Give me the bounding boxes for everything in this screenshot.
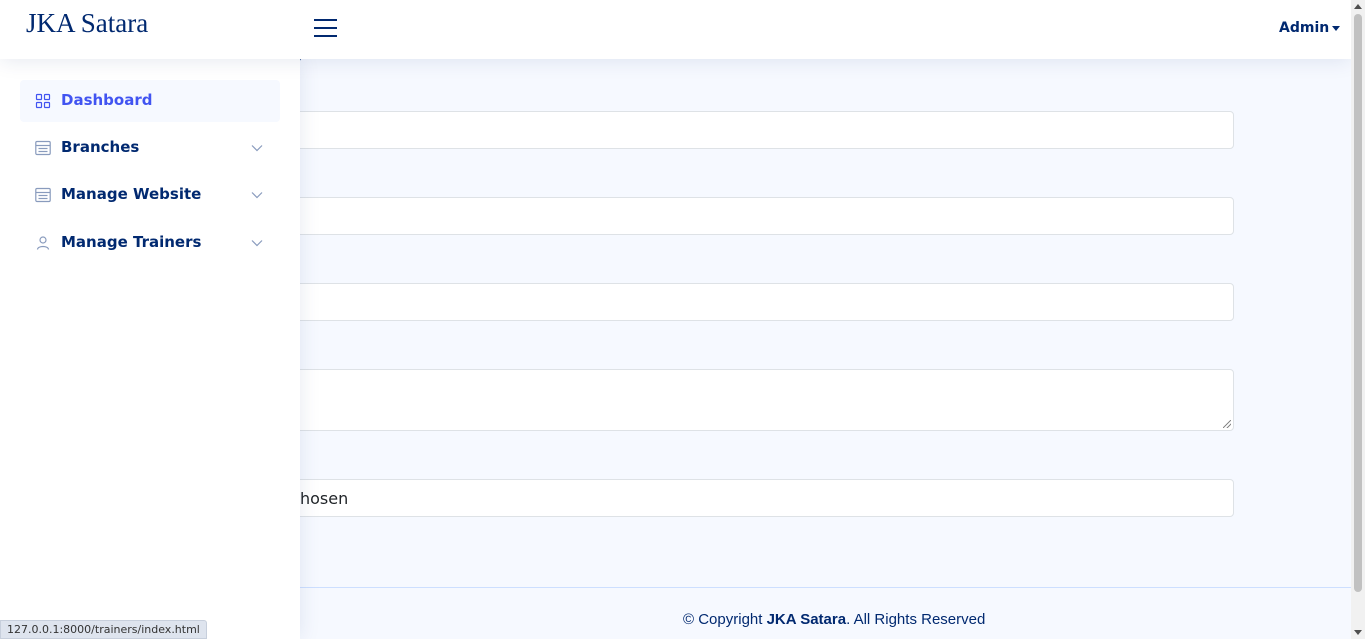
sidebar-item-branches[interactable]: Branches — [20, 127, 280, 169]
sidebar-item-label: Manage Trainers — [61, 233, 202, 251]
form-input-3[interactable] — [270, 283, 1234, 321]
chevron-down-icon — [251, 145, 263, 152]
brand-logo[interactable]: JKA Satara — [26, 8, 148, 39]
scroll-down-arrow-icon[interactable] — [1354, 630, 1362, 635]
scroll-up-arrow-icon[interactable] — [1354, 4, 1362, 9]
vertical-scrollbar[interactable] — [1351, 0, 1365, 639]
copyright-prefix: © Copyright — [683, 611, 767, 628]
sidebar: Dashboard Branches Manage Website Manage… — [0, 59, 300, 639]
copyright-suffix: . All Rights Reserved — [846, 611, 986, 628]
chevron-down-icon — [251, 240, 263, 247]
file-input-status: hosen — [300, 489, 349, 508]
scrollbar-thumb[interactable] — [1354, 14, 1362, 592]
layout-text-icon — [35, 140, 51, 156]
sidebar-item-label: Dashboard — [61, 91, 153, 109]
caret-down-icon — [1332, 25, 1341, 31]
sidebar-toggle-hamburger-icon[interactable] — [314, 17, 338, 39]
admin-label: Admin — [1279, 20, 1330, 36]
copyright: © Copyright JKA Satara. All Rights Reser… — [683, 611, 985, 628]
layout-text-icon — [35, 187, 51, 203]
file-input[interactable]: hosen — [270, 479, 1234, 517]
form-textarea[interactable] — [270, 369, 1234, 431]
top-header: JKA Satara Admin — [0, 0, 1351, 59]
sidebar-item-label: Branches — [61, 138, 140, 156]
grid-icon — [35, 93, 51, 109]
form-input-2[interactable] — [270, 197, 1234, 235]
resize-handle-icon[interactable] — [1223, 420, 1231, 428]
hamburger-bar — [314, 27, 337, 29]
link-status-bar: 127.0.0.1:8000/trainers/index.html — [0, 620, 207, 639]
sidebar-item-dashboard[interactable]: Dashboard — [20, 80, 280, 122]
sidebar-item-manage-website[interactable]: Manage Website — [20, 174, 280, 216]
admin-user-menu[interactable]: Admin — [1279, 20, 1341, 36]
hamburger-bar — [314, 35, 337, 37]
form-input-1[interactable] — [270, 111, 1234, 149]
person-icon — [36, 236, 50, 250]
copyright-brand: JKA Satara — [766, 611, 847, 628]
hamburger-bar — [314, 19, 337, 21]
chevron-down-icon — [251, 192, 263, 199]
sidebar-item-manage-trainers[interactable]: Manage Trainers — [20, 222, 280, 264]
sidebar-item-label: Manage Website — [61, 185, 202, 203]
